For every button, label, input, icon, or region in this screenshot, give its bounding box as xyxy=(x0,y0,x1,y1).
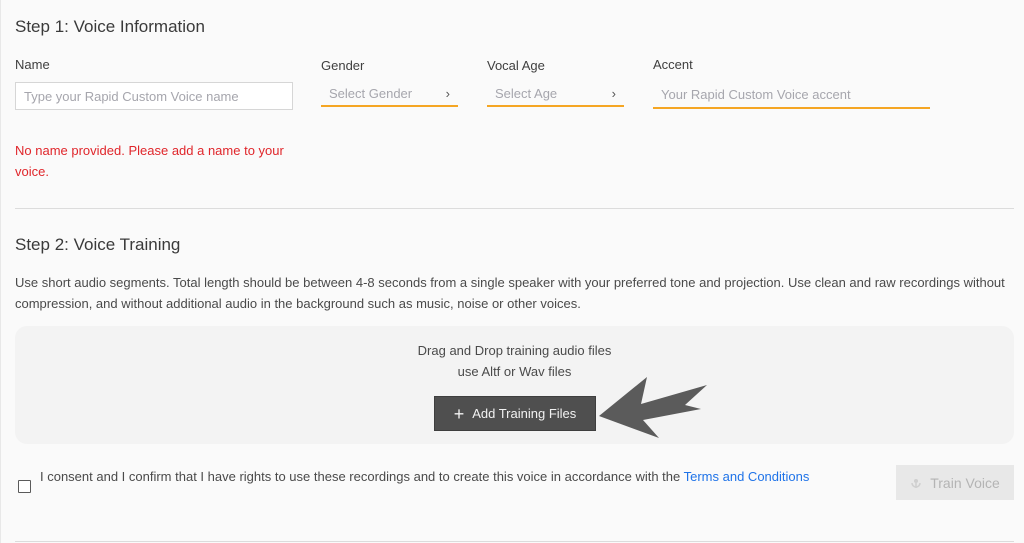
name-label: Name xyxy=(15,57,50,72)
vocal-age-placeholder: Select Age xyxy=(495,85,558,101)
step2-title: Step 2: Voice Training xyxy=(15,235,181,254)
train-voice-icon xyxy=(911,478,921,488)
plus-icon: + xyxy=(453,403,465,424)
gender-label: Gender xyxy=(321,58,365,73)
consent-text: I consent and I confirm that I have righ… xyxy=(40,466,870,487)
dropzone-file-types: use Altf or Wav files xyxy=(457,364,572,379)
name-input[interactable] xyxy=(15,82,293,110)
consent-checkbox[interactable] xyxy=(18,480,31,493)
vocal-age-label: Vocal Age xyxy=(487,58,545,73)
dropzone-instruction: Drag and Drop training audio files xyxy=(417,343,612,358)
step1-title: Step 1: Voice Information xyxy=(15,17,205,36)
train-voice-label: Train Voice xyxy=(930,474,1000,491)
training-description: Use short audio segments. Total length s… xyxy=(15,275,1005,311)
pointer-arrow-icon xyxy=(599,377,707,438)
terms-and-conditions-link[interactable]: Terms and Conditions xyxy=(684,469,810,484)
section-divider xyxy=(15,208,1014,209)
train-voice-button[interactable]: Train Voice xyxy=(896,465,1014,500)
chevron-right-icon: › xyxy=(611,85,616,101)
vocal-age-select[interactable]: Select Age › xyxy=(487,81,624,107)
bottom-divider xyxy=(15,541,1014,542)
chevron-right-icon: › xyxy=(445,85,450,101)
consent-statement: I consent and I confirm that I have righ… xyxy=(40,469,684,484)
accent-label: Accent xyxy=(653,57,693,72)
gender-placeholder: Select Gender xyxy=(329,85,413,101)
add-training-files-button[interactable]: + Add Training Files xyxy=(434,396,596,431)
accent-input[interactable] xyxy=(653,82,930,109)
gender-select[interactable]: Select Gender › xyxy=(321,81,458,107)
add-training-files-label: Add Training Files xyxy=(472,406,577,421)
name-error-message: No name provided. Please add a name to y… xyxy=(15,143,284,179)
